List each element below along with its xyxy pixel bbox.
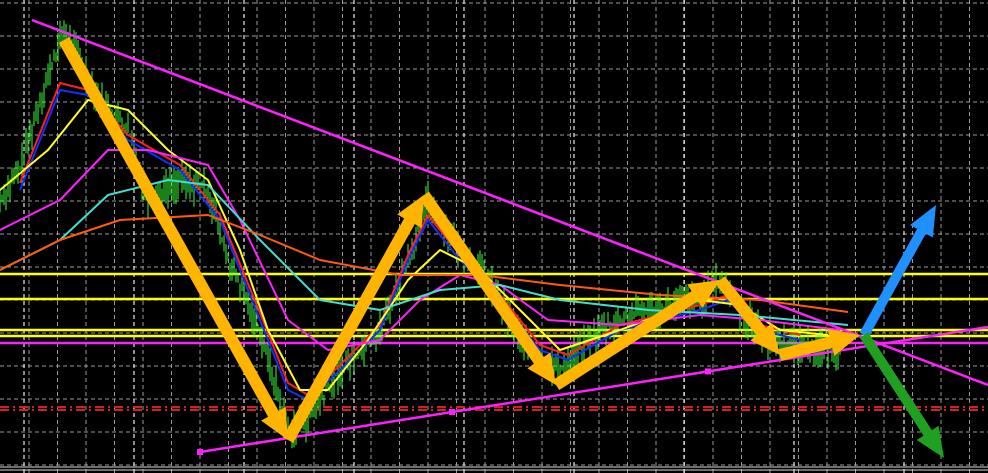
chart-canvas <box>0 0 988 473</box>
wave-arrows <box>58 37 944 458</box>
price-chart <box>0 0 988 473</box>
grid <box>0 0 988 473</box>
zigzag-arrow <box>282 195 424 443</box>
ma-blue <box>19 89 801 401</box>
trendline-anchor <box>705 368 711 375</box>
ma-red <box>19 82 801 396</box>
ma-magenta <box>0 149 841 351</box>
bullish-arrow <box>859 205 936 338</box>
moving-averages <box>0 82 849 401</box>
trendline-anchor <box>197 449 203 455</box>
zigzag-arrow <box>58 37 288 440</box>
trendline-anchor <box>449 409 455 416</box>
